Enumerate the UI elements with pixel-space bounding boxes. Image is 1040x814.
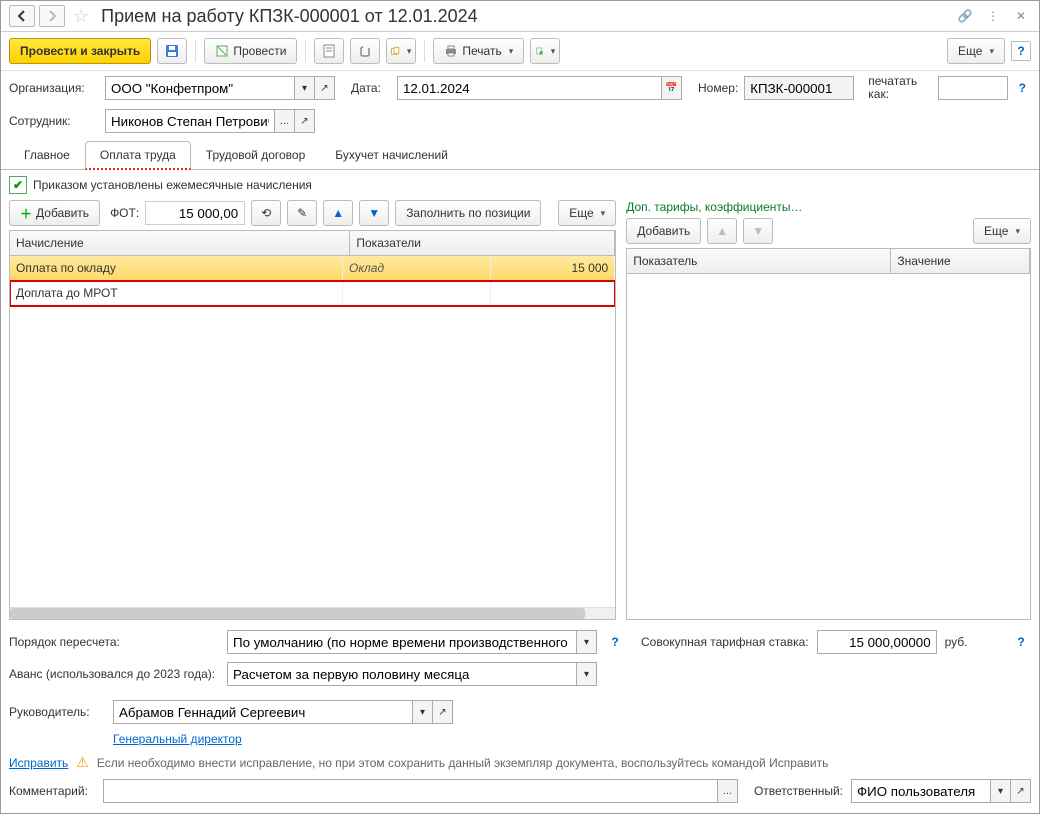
manager-dropdown-button[interactable]: ▾ (413, 700, 433, 724)
rate-label: Совокупная тарифная ставка: (641, 635, 809, 649)
submit-icon (215, 44, 229, 58)
tab-contract[interactable]: Трудовой договор (191, 141, 320, 169)
employee-label: Сотрудник: (9, 114, 99, 128)
indicators-more-button[interactable]: Еще (973, 218, 1031, 244)
print-extra-button[interactable] (530, 38, 560, 64)
move-up-button[interactable]: ▲ (323, 200, 353, 226)
print-button[interactable]: Печать (433, 38, 524, 64)
report-button[interactable] (314, 38, 344, 64)
submit-button[interactable]: Провести (204, 38, 297, 64)
org-input[interactable] (105, 76, 295, 100)
accrual-row[interactable]: Оплата по окладу Оклад 15 000 (10, 256, 615, 281)
employee-input[interactable] (105, 109, 275, 133)
print-as-input[interactable] (938, 76, 1008, 100)
refresh-button[interactable]: ⟲ (251, 200, 281, 226)
accrual-add-button[interactable]: ＋Добавить (9, 200, 100, 226)
advance-dropdown-button[interactable]: ▾ (577, 662, 597, 686)
submit-and-close-button[interactable]: Провести и закрыть (9, 38, 151, 64)
responsible-open-button[interactable]: ↗ (1011, 779, 1031, 803)
org-label: Организация: (9, 81, 99, 95)
indicators-grid: Показатель Значение (626, 248, 1031, 620)
manager-open-button[interactable]: ↗ (433, 700, 453, 724)
advance-label: Аванс (использовался до 2023 года): (9, 667, 219, 681)
help-button[interactable]: ? (1011, 41, 1031, 61)
plus-icon: ＋ (20, 205, 32, 222)
indicator-up-button[interactable]: ▲ (707, 218, 737, 244)
responsible-dropdown-button[interactable]: ▾ (991, 779, 1011, 803)
recalc-label: Порядок пересчета: (9, 635, 219, 649)
rate-unit: руб. (945, 635, 968, 649)
print-as-help-icon[interactable]: ? (1014, 78, 1031, 98)
link-icon[interactable]: 🔗 (955, 6, 975, 26)
responsible-input[interactable] (851, 779, 991, 803)
fix-link[interactable]: Исправить (9, 756, 68, 770)
accruals-grid: Начисление Показатели Оплата по окладу О… (9, 230, 616, 620)
comment-input[interactable] (103, 779, 718, 803)
employee-select-button[interactable]: … (275, 109, 295, 133)
responsible-label: Ответственный: (754, 784, 843, 798)
edit-button[interactable]: ✎ (287, 200, 317, 226)
recalc-dropdown-button[interactable]: ▾ (577, 630, 597, 654)
number-input[interactable] (744, 76, 854, 100)
advance-input[interactable] (227, 662, 577, 686)
comment-label: Комментарий: (9, 784, 95, 798)
monthly-accruals-checkbox[interactable]: ✔ (9, 176, 27, 194)
close-icon[interactable]: ✕ (1011, 6, 1031, 26)
create-based-on-button[interactable] (386, 38, 416, 64)
comment-expand-button[interactable]: … (718, 779, 738, 803)
warning-icon: ⚠ (76, 754, 89, 771)
date-label: Дата: (351, 81, 391, 95)
attach-button[interactable] (350, 38, 380, 64)
recalc-input[interactable] (227, 630, 577, 654)
more-button[interactable]: Еще (947, 38, 1005, 64)
horizontal-scrollbar[interactable] (10, 607, 615, 619)
printer-icon (444, 44, 458, 58)
window-title: Прием на работу КПЗК-000001 от 12.01.202… (97, 6, 951, 27)
print-as-label: печатать как: (868, 75, 931, 101)
manager-input[interactable] (113, 700, 413, 724)
date-picker-button[interactable]: 📅 (662, 76, 682, 100)
col-indicator[interactable]: Показатель (627, 249, 891, 273)
col-accrual[interactable]: Начисление (10, 231, 350, 255)
org-dropdown-button[interactable]: ▾ (295, 76, 315, 100)
manager-position-link[interactable]: Генеральный директор (113, 732, 242, 746)
tab-accounting[interactable]: Бухучет начислений (320, 141, 463, 169)
nav-forward-button[interactable] (39, 5, 65, 27)
fill-by-position-button[interactable]: Заполнить по позиции (395, 200, 541, 226)
tab-main[interactable]: Главное (9, 141, 85, 169)
tab-payment[interactable]: Оплата труда (85, 141, 191, 170)
rate-input[interactable] (817, 630, 937, 654)
move-down-button[interactable]: ▼ (359, 200, 389, 226)
kebab-menu-icon[interactable]: ⋮ (983, 6, 1003, 26)
accruals-more-button[interactable]: Еще (558, 200, 616, 226)
number-label: Номер: (698, 81, 738, 95)
accrual-row[interactable]: Доплата до МРОТ (10, 281, 615, 306)
manager-label: Руководитель: (9, 705, 105, 719)
tariffs-link[interactable]: Доп. тарифы, коэффициенты… (626, 200, 802, 214)
col-value[interactable]: Значение (891, 249, 1030, 273)
indicator-add-button[interactable]: Добавить (626, 218, 701, 244)
rate-help-icon[interactable]: ? (1011, 632, 1031, 652)
fot-label: ФОТ: (110, 206, 139, 220)
employee-open-button[interactable]: ↗ (295, 109, 315, 133)
monthly-accruals-label: Приказом установлены ежемесячные начисле… (33, 178, 312, 192)
fix-note: Если необходимо внести исправление, но п… (97, 756, 829, 770)
indicator-down-button[interactable]: ▼ (743, 218, 773, 244)
fot-input[interactable] (145, 201, 245, 225)
col-indicators[interactable]: Показатели (350, 231, 615, 255)
recalc-help-icon[interactable]: ? (605, 632, 625, 652)
save-button[interactable] (157, 38, 187, 64)
org-open-button[interactable]: ↗ (315, 76, 335, 100)
nav-back-button[interactable] (9, 5, 35, 27)
date-input[interactable] (397, 76, 662, 100)
favorite-star-icon[interactable]: ☆ (73, 6, 89, 27)
